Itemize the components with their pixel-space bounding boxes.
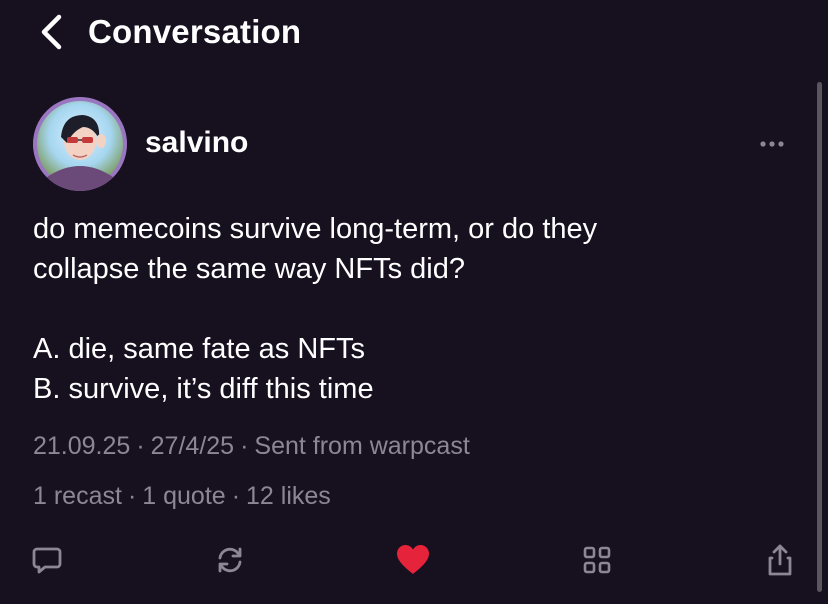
recast-count[interactable]: 1 recast (33, 482, 122, 510)
post-line: do memecoins survive long-term, or do th… (33, 213, 598, 245)
conversation-screen: Conversation salvino do memecoins surviv… (0, 0, 828, 604)
chevron-left-icon (41, 14, 62, 50)
action-bar (0, 538, 828, 588)
scrollbar[interactable] (817, 82, 822, 592)
reply-button[interactable] (25, 538, 69, 582)
speech-bubble-icon (32, 547, 62, 574)
post-date: 21.09.25 (33, 432, 131, 460)
header: Conversation (0, 0, 828, 70)
more-options-button[interactable] (752, 132, 792, 156)
post-stats: 1 recast · 1 quote · 12 likes (33, 482, 331, 511)
separator: · (231, 482, 241, 510)
separator: · (127, 482, 137, 510)
post-line: B. survive, it’s diff this time (33, 373, 374, 405)
post-secondary-date: 27/4/25 (150, 432, 235, 460)
like-count[interactable]: 12 likes (246, 482, 331, 510)
back-button[interactable] (34, 12, 74, 52)
heart-icon (397, 545, 429, 574)
share-icon (768, 544, 792, 576)
apps-button[interactable] (575, 538, 619, 582)
separator: · (240, 432, 249, 460)
avatar[interactable] (33, 97, 127, 191)
post-line (33, 289, 803, 329)
username[interactable]: salvino (145, 126, 248, 160)
post-line: collapse the same way NFTs did? (33, 253, 465, 285)
avatar-image (33, 97, 127, 191)
post-line: A. die, same fate as NFTs (33, 333, 366, 365)
separator: · (136, 432, 145, 460)
page-title: Conversation (88, 13, 302, 50)
post-meta: 21.09.25 · 27/4/25 · Sent from warpcast (33, 432, 470, 461)
refresh-arrows-icon (218, 547, 242, 573)
like-button[interactable] (391, 538, 435, 582)
quote-count[interactable]: 1 quote (142, 482, 225, 510)
grid-icon (583, 546, 611, 574)
ellipsis-icon (760, 141, 784, 147)
post-body: do memecoins survive long-term, or do th… (33, 209, 803, 409)
post-source: Sent from warpcast (254, 432, 470, 460)
share-button[interactable] (758, 538, 802, 582)
recast-button[interactable] (208, 538, 252, 582)
